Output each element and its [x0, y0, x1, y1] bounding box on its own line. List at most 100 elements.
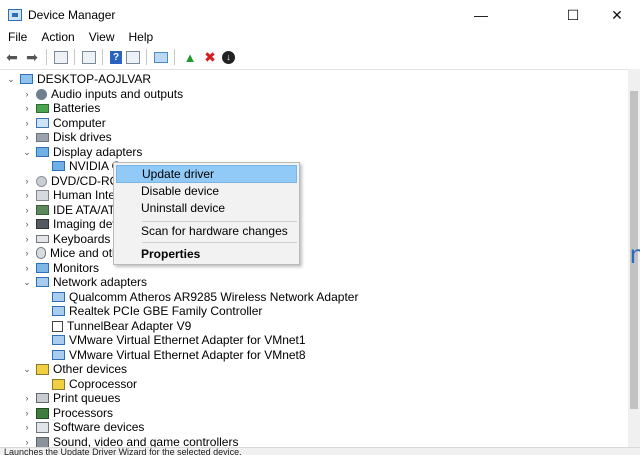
network-adapter-icon: [52, 306, 65, 316]
tree-item-label: Coprocessor: [69, 377, 138, 391]
keyboard-icon: [36, 235, 49, 243]
collapse-arrow-icon[interactable]: ⌄: [22, 362, 32, 376]
menu-item-update-driver[interactable]: Update driver: [116, 165, 297, 183]
disk-drive-icon: [36, 132, 49, 142]
tree-item-computer[interactable]: Computer: [36, 116, 106, 130]
console-tree-icon[interactable]: [126, 50, 140, 64]
maximize-button[interactable]: ☐: [550, 0, 596, 30]
menu-file[interactable]: File: [0, 30, 33, 45]
display-adapter-icon: [36, 147, 49, 157]
tree-root[interactable]: DESKTOP-AOJLVAR: [20, 72, 151, 86]
speaker-icon: [36, 436, 49, 447]
tunnel-adapter-icon: [52, 320, 63, 332]
tree-item-label: Software devices: [53, 420, 145, 434]
ide-controller-icon: [36, 205, 49, 215]
background-window-text: n: [630, 239, 640, 269]
menu-item-properties[interactable]: Properties: [116, 245, 297, 263]
device-tree: ⌄ DESKTOP-AOJLVAR › Audio inputs and out…: [0, 69, 628, 447]
tree-item-label: Disk drives: [53, 130, 112, 144]
properties-pane-icon[interactable]: [54, 50, 68, 64]
tree-item-print-queues[interactable]: Print queues: [36, 391, 120, 405]
forward-arrow-icon[interactable]: ➡: [24, 49, 40, 65]
back-arrow-icon[interactable]: ⬅: [4, 49, 20, 65]
expand-arrow-icon[interactable]: ›: [22, 232, 32, 246]
tree-item-label: Computer: [53, 116, 106, 130]
tree-item-batteries[interactable]: Batteries: [36, 101, 100, 115]
tree-item-mice[interactable]: Mice and othe: [36, 246, 125, 260]
menu-item-uninstall-device[interactable]: Uninstall device: [116, 199, 297, 217]
expand-arrow-icon[interactable]: ›: [22, 435, 32, 447]
tree-item-display-adapters[interactable]: Display adapters: [36, 145, 142, 159]
tree-item-network-adapters[interactable]: Network adapters: [36, 275, 147, 289]
tree-item-vmnet8[interactable]: VMware Virtual Ethernet Adapter for VMne…: [52, 348, 306, 362]
expand-arrow-icon[interactable]: ›: [22, 420, 32, 434]
background-window-strip: n: [628, 69, 640, 447]
tree-item-keyboards[interactable]: Keyboards: [36, 232, 110, 246]
menu-bar: File Action View Help: [0, 30, 640, 45]
update-driver-icon[interactable]: ▲: [182, 49, 198, 65]
tree-item-audio[interactable]: Audio inputs and outputs: [36, 87, 183, 101]
tree-item-label: Display adapters: [53, 145, 143, 159]
computer-icon: [20, 74, 33, 84]
camera-icon: [36, 219, 49, 229]
collapse-arrow-icon[interactable]: ⌄: [22, 145, 32, 159]
uninstall-icon[interactable]: ✖: [202, 49, 218, 65]
expand-arrow-icon[interactable]: ›: [22, 261, 32, 275]
expand-arrow-icon[interactable]: ›: [22, 87, 32, 101]
tree-item-sound[interactable]: Sound, video and game controllers: [36, 435, 238, 447]
expand-arrow-icon[interactable]: ›: [22, 217, 32, 231]
tree-item-monitors[interactable]: Monitors: [36, 261, 99, 275]
expand-arrow-icon[interactable]: ›: [22, 130, 32, 144]
expand-arrow-icon[interactable]: ›: [22, 203, 32, 217]
disable-icon[interactable]: ↓: [222, 50, 235, 64]
tree-item-label: VMware Virtual Ethernet Adapter for VMne…: [69, 333, 306, 347]
tree-item-processors[interactable]: Processors: [36, 406, 113, 420]
tree-item-label: Sound, video and game controllers: [53, 435, 239, 447]
menu-help[interactable]: Help: [121, 30, 160, 45]
collapse-arrow-icon[interactable]: ⌄: [6, 72, 16, 86]
title-bar: Device Manager — ☐ ✕: [0, 0, 640, 30]
tree-item-realtek[interactable]: Realtek PCIe GBE Family Controller: [52, 304, 262, 318]
expand-arrow-icon[interactable]: ›: [22, 246, 32, 260]
tree-item-tunnelbear[interactable]: TunnelBear Adapter V9: [52, 319, 191, 333]
tree-item-label: Other devices: [53, 362, 128, 376]
scan-monitor-icon[interactable]: [154, 51, 168, 63]
tree-item-disk-drives[interactable]: Disk drives: [36, 130, 112, 144]
list-view-icon[interactable]: [82, 50, 96, 64]
audio-icon: [36, 88, 47, 100]
computer-icon: [36, 118, 49, 128]
toolbar: ⬅ ➡ ? ▲ ✖ ↓: [0, 46, 640, 68]
network-adapter-icon: [52, 335, 65, 345]
menu-action[interactable]: Action: [33, 30, 80, 45]
expand-arrow-icon[interactable]: ›: [22, 116, 32, 130]
tree-item-software-devices[interactable]: Software devices: [36, 420, 144, 434]
tree-item-qualcomm[interactable]: Qualcomm Atheros AR9285 Wireless Network…: [52, 290, 358, 304]
tree-item-vmnet1[interactable]: VMware Virtual Ethernet Adapter for VMne…: [52, 333, 306, 347]
context-menu: Update driver Disable device Uninstall d…: [113, 162, 300, 265]
expand-arrow-icon[interactable]: ›: [22, 391, 32, 405]
hid-icon: [36, 189, 49, 201]
tree-item-label: Network adapters: [53, 275, 148, 289]
tree-item-label: VMware Virtual Ethernet Adapter for VMne…: [69, 348, 306, 362]
network-adapter-icon: [52, 350, 65, 360]
help-icon[interactable]: ?: [110, 50, 122, 64]
expand-arrow-icon[interactable]: ›: [22, 101, 32, 115]
menu-separator: [142, 242, 297, 243]
printer-icon: [36, 393, 49, 403]
close-button[interactable]: ✕: [594, 0, 640, 30]
minimize-button[interactable]: —: [458, 0, 504, 30]
expand-arrow-icon[interactable]: ›: [22, 174, 32, 188]
processor-icon: [36, 407, 49, 419]
menu-item-scan-hardware[interactable]: Scan for hardware changes: [116, 222, 297, 240]
tree-item-other-devices[interactable]: Other devices: [36, 362, 127, 376]
collapse-arrow-icon[interactable]: ⌄: [22, 275, 32, 289]
toolbar-separator: [174, 49, 175, 65]
tree-root-label: DESKTOP-AOJLVAR: [37, 72, 152, 86]
expand-arrow-icon[interactable]: ›: [22, 188, 32, 202]
tree-item-label: Realtek PCIe GBE Family Controller: [69, 304, 263, 318]
expand-arrow-icon[interactable]: ›: [22, 406, 32, 420]
warning-device-icon: [36, 363, 49, 375]
menu-view[interactable]: View: [81, 30, 121, 45]
menu-item-disable-device[interactable]: Disable device: [116, 182, 297, 200]
tree-item-coprocessor[interactable]: Coprocessor: [52, 377, 137, 391]
